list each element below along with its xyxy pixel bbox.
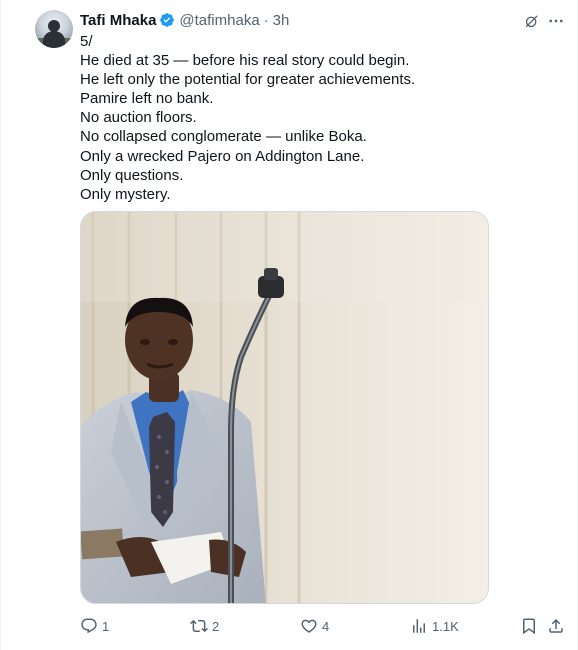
repost-count: 2 <box>212 618 220 634</box>
tweet-header: Tafi Mhaka @tafimhaka · 3h <box>80 11 289 29</box>
repost-button[interactable]: 2 <box>190 616 219 636</box>
views-button[interactable]: 1.1K <box>410 616 459 636</box>
tweet-text-line: No collapsed conglomerate — unlike Boka. <box>80 128 367 146</box>
tweet-text-line: Only mystery. <box>80 185 171 203</box>
avatar[interactable] <box>35 10 73 48</box>
author-handle[interactable]: @tafimhaka <box>179 12 259 29</box>
tweet-actions: 1 2 4 1.1K <box>80 616 570 636</box>
views-count: 1.1K <box>432 618 459 634</box>
grok-icon[interactable] <box>521 11 541 31</box>
share-icon <box>549 618 563 633</box>
like-count: 4 <box>322 618 330 634</box>
tweet-text-line: He left only the potential for greater a… <box>80 71 416 89</box>
reply-icon <box>81 618 97 634</box>
tweet-text-line: No auction floors. <box>80 109 197 127</box>
verified-badge-icon[interactable] <box>159 12 175 28</box>
repost-icon <box>190 619 208 633</box>
tweet-photo[interactable] <box>80 211 489 604</box>
tweet-text-line: He died at 35 — before his real story co… <box>80 52 410 70</box>
author-name[interactable]: Tafi Mhaka <box>80 12 156 29</box>
header-separator: · <box>263 11 269 29</box>
like-button[interactable]: 4 <box>300 616 329 636</box>
bookmark-icon <box>523 618 535 635</box>
bookmark-button[interactable] <box>520 616 538 636</box>
like-icon <box>301 619 317 633</box>
tweet-text-line: Only a wrecked Pajero on Addington Lane. <box>80 147 365 165</box>
more-icon[interactable] <box>546 11 566 31</box>
tweet-text-line: 5/ <box>80 33 93 50</box>
reply-count: 1 <box>102 618 110 634</box>
views-icon <box>413 619 425 633</box>
timestamp[interactable]: 3h <box>273 12 290 29</box>
tweet-text-line: Only questions. <box>80 166 184 184</box>
tweet-text: 5/ He died at 35 — before his real story… <box>80 32 560 204</box>
reply-button[interactable]: 1 <box>80 616 109 636</box>
tweet[interactable]: Tafi Mhaka @tafimhaka · 3h 5/ He died at… <box>0 0 578 650</box>
share-button[interactable] <box>547 616 565 636</box>
tweet-text-line: Pamire left no bank. <box>80 90 214 108</box>
